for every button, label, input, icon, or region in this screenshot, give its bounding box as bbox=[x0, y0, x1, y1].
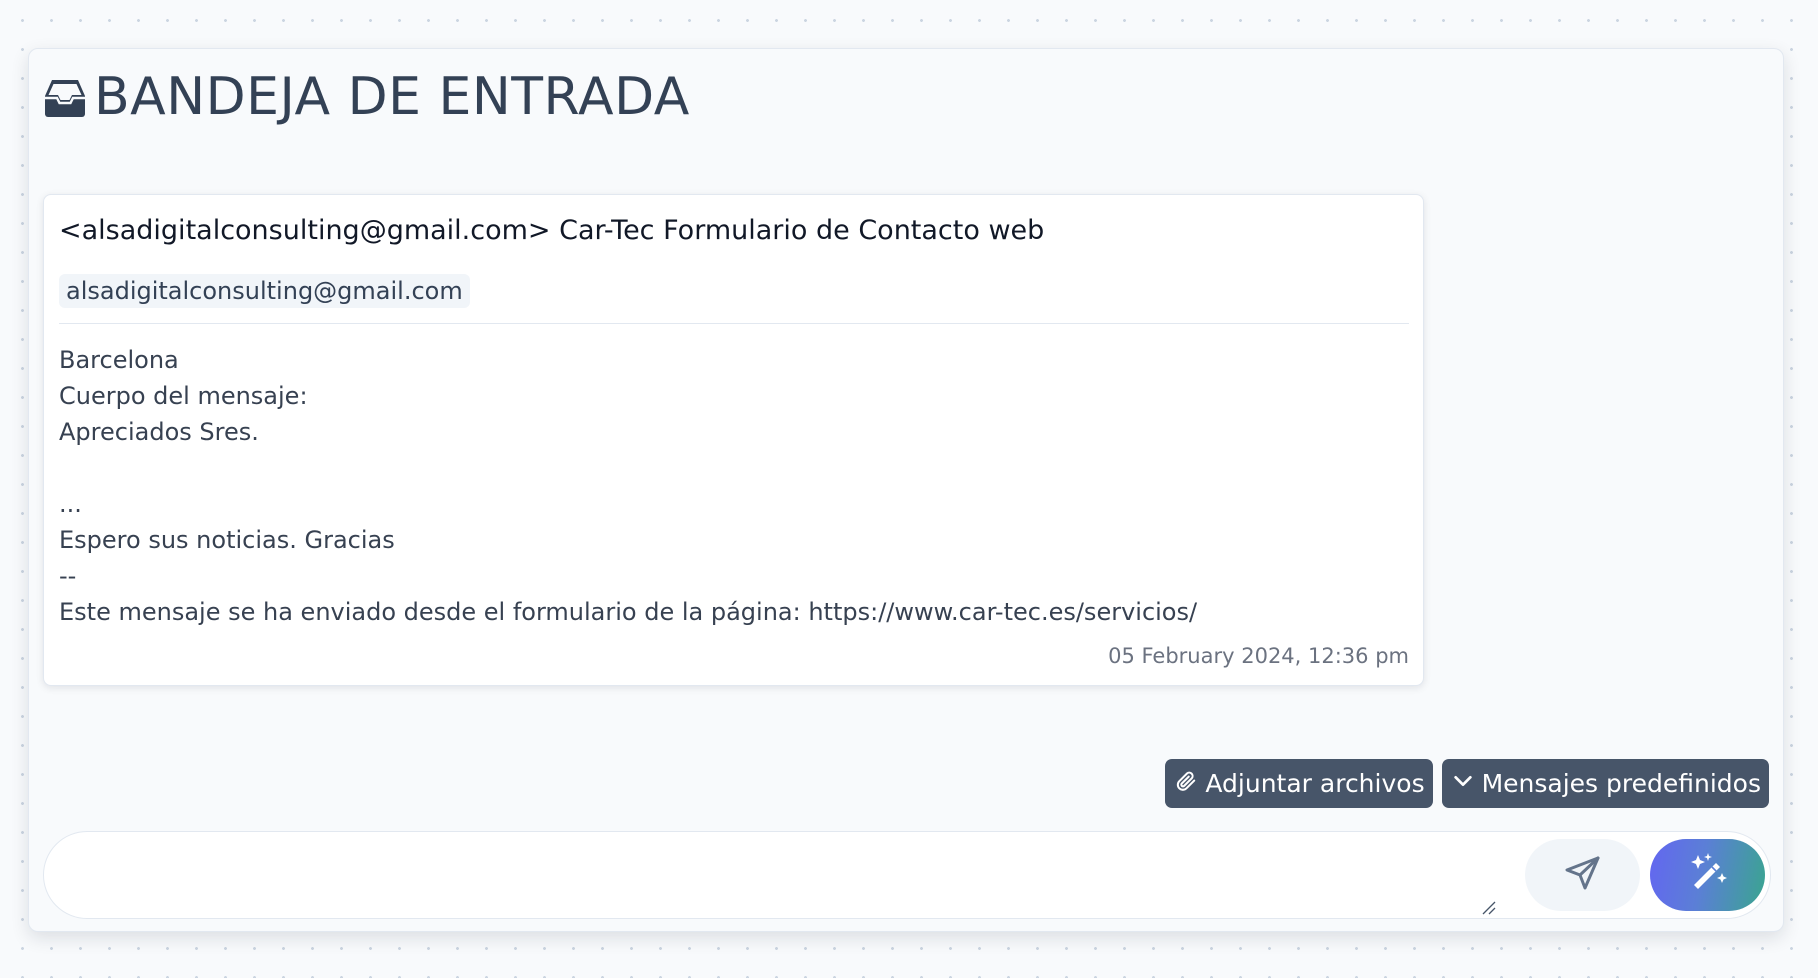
body-line: ... bbox=[59, 490, 82, 518]
email-divider bbox=[59, 323, 1409, 324]
chevron-down-icon bbox=[1452, 769, 1474, 798]
send-icon bbox=[1563, 853, 1603, 897]
resize-handle-icon[interactable] bbox=[1481, 900, 1497, 916]
attach-files-button[interactable]: Adjuntar archivos bbox=[1165, 759, 1433, 808]
composer-actions: Adjuntar archivos Mensajes predefinidos bbox=[1165, 759, 1769, 808]
body-line: Cuerpo del mensaje: bbox=[59, 382, 308, 410]
body-line: Espero sus noticias. Gracias bbox=[59, 526, 395, 554]
message-composer bbox=[43, 831, 1771, 919]
email-subject: <alsadigitalconsulting@gmail.com> Car-Te… bbox=[59, 215, 1045, 246]
paperclip-icon bbox=[1175, 769, 1197, 798]
email-body: Barcelona Cuerpo del mensaje: Apreciados… bbox=[59, 342, 1399, 630]
page-header: BANDEJA DE ENTRADA bbox=[42, 67, 690, 127]
body-line: -- bbox=[59, 562, 77, 590]
ai-assist-button[interactable] bbox=[1650, 839, 1765, 911]
predefined-messages-label: Mensajes predefinidos bbox=[1481, 769, 1761, 798]
magic-wand-icon bbox=[1686, 851, 1730, 899]
sender-badge: alsadigitalconsulting@gmail.com bbox=[59, 274, 470, 308]
attach-files-label: Adjuntar archivos bbox=[1205, 769, 1425, 798]
email-timestamp: 05 February 2024, 12:36 pm bbox=[1108, 644, 1409, 668]
page-title: BANDEJA DE ENTRADA bbox=[94, 67, 690, 127]
body-line: Apreciados Sres. bbox=[59, 418, 259, 446]
inbox-icon bbox=[42, 74, 88, 120]
inbox-panel: BANDEJA DE ENTRADA <alsadigitalconsultin… bbox=[28, 48, 1784, 932]
body-line: Barcelona bbox=[59, 346, 179, 374]
predefined-messages-button[interactable]: Mensajes predefinidos bbox=[1441, 759, 1769, 808]
body-line bbox=[59, 450, 1399, 486]
send-button[interactable] bbox=[1525, 839, 1640, 911]
email-message-card[interactable]: <alsadigitalconsulting@gmail.com> Car-Te… bbox=[43, 194, 1424, 686]
message-input[interactable] bbox=[74, 848, 1514, 908]
body-line: Este mensaje se ha enviado desde el form… bbox=[59, 598, 1198, 626]
